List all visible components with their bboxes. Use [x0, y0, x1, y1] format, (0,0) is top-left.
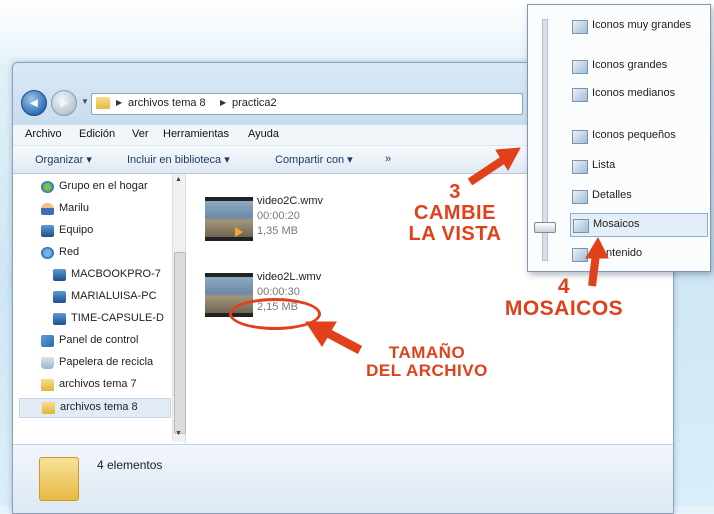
annotation-step3-line2: LA VISTA: [408, 223, 502, 245]
annotation-step3-number: 3: [449, 181, 461, 203]
annotation-step3: 3 CAMBIE LA VISTA: [390, 182, 520, 245]
arrow-step3-shaft: [467, 154, 509, 186]
annotation-file-size: TAMAÑO DEL ARCHIVO: [352, 344, 502, 380]
annotation-step4-number: 4: [557, 275, 571, 298]
annotation-file-size-line1: TAMAÑO: [388, 343, 466, 362]
annotation-step4-line1: MOSAICOS: [504, 297, 624, 321]
annotation-step3-line1: CAMBIE: [414, 202, 496, 224]
annotation-file-size-line2: DEL ARCHIVO: [366, 360, 488, 380]
annotation-arrows: [305, 147, 609, 354]
arrow-step4-head: [585, 236, 609, 259]
annotation-step4: 4 MOSAICOS: [480, 275, 648, 321]
